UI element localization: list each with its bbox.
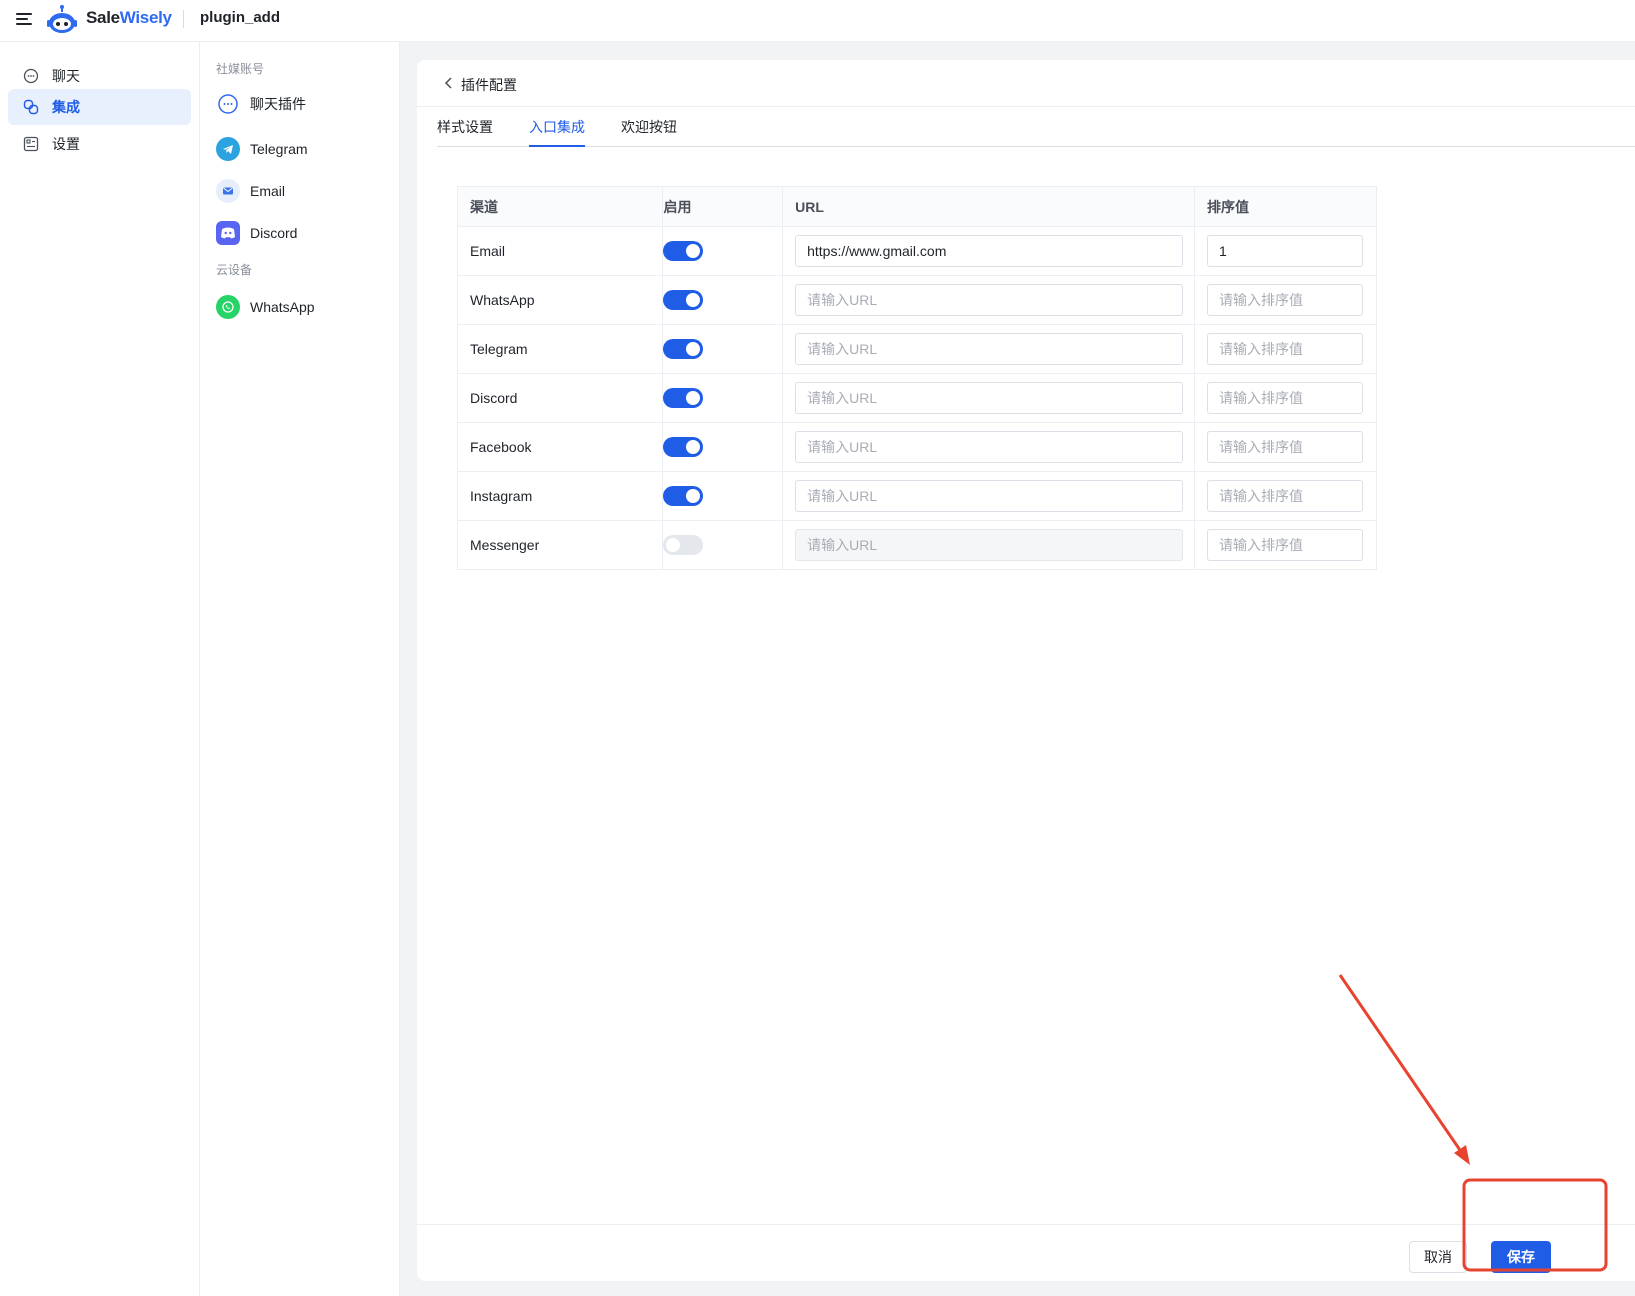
group-label-social: 社媒账号 [216,62,265,76]
url-input[interactable] [795,480,1184,512]
primary-sidebar: 聊天 集成 设置 [0,42,200,1296]
url-input[interactable] [795,333,1184,365]
column-header-url: URL [782,186,1196,227]
channel-table: 渠道 启用 URL 排序值 Email WhatsApp Telegram [456,186,1377,570]
table-row: Messenger [456,520,1377,570]
enable-toggle[interactable] [663,535,704,555]
robot-logo-icon [47,5,77,33]
header-divider [183,10,184,28]
sort-input[interactable] [1207,333,1364,365]
sort-input[interactable] [1207,529,1364,561]
column-header-enabled: 启用 [662,186,784,227]
nav-item-label: 聊天 [52,68,80,84]
plugin-config-card: 插件配置 样式设置 入口集成 欢迎按钮 渠道 启用 URL 排序值 Email … [417,60,1635,1281]
channel-name: Facebook [456,422,664,472]
url-input[interactable] [795,382,1184,414]
sort-input[interactable] [1207,382,1364,414]
settings-icon [22,135,40,153]
card-footer: 取消 保存 [417,1224,1635,1281]
sub-item-discord[interactable]: Discord [216,215,297,251]
brand-name: SaleWisely [86,8,172,27]
column-header-channel: 渠道 [456,186,664,227]
url-input[interactable] [795,235,1184,267]
sort-input[interactable] [1207,431,1364,463]
table-row: Instagram [456,471,1377,521]
discord-icon [216,221,240,245]
url-input[interactable] [795,431,1184,463]
channel-name: WhatsApp [456,275,664,325]
table-row: WhatsApp [456,275,1377,325]
tab-entry-integration[interactable]: 入口集成 [529,107,585,147]
enable-toggle[interactable] [663,290,704,310]
integration-icon [22,98,40,116]
table-row: Facebook [456,422,1377,472]
sub-item-chat-plugin[interactable]: 聊天插件 [216,86,306,122]
table-row: Telegram [456,324,1377,374]
sub-item-label: Discord [250,225,298,241]
sub-item-label: Telegram [250,141,308,157]
email-icon [216,179,240,203]
config-tabs: 样式设置 入口集成 欢迎按钮 [437,107,1635,147]
whatsapp-icon [216,295,240,319]
channel-name: Telegram [456,324,664,374]
nav-item-label: 集成 [52,99,80,115]
nav-item-settings[interactable]: 设置 [8,126,191,162]
sub-item-email[interactable]: Email [216,173,285,209]
card-title: 插件配置 [461,77,517,93]
sort-input[interactable] [1207,284,1364,316]
url-input [795,529,1184,561]
url-input[interactable] [795,284,1184,316]
integration-sidebar: 社媒账号 聊天插件 Telegram Email Discord 云设备 Wha… [200,42,400,1296]
table-row: Discord [456,373,1377,423]
channel-name: Instagram [456,471,664,521]
chat-bubble-icon [22,67,40,85]
table-row: Email [456,226,1377,276]
enable-toggle[interactable] [663,339,704,359]
hamburger-menu-icon[interactable] [16,11,32,27]
cancel-button[interactable]: 取消 [1409,1241,1467,1273]
sort-input[interactable] [1207,480,1364,512]
enable-toggle[interactable] [663,241,704,261]
channel-name: Messenger [456,520,664,570]
channel-name: Discord [456,373,664,423]
sub-item-telegram[interactable]: Telegram [216,131,308,167]
channel-name: Email [456,226,664,276]
group-label-cloud-device: 云设备 [216,263,253,277]
tab-style-settings[interactable]: 样式设置 [437,107,493,147]
chat-plugin-icon [216,92,240,116]
sort-input[interactable] [1207,235,1364,267]
chevron-left-icon[interactable] [441,75,457,91]
enable-toggle[interactable] [663,486,704,506]
nav-item-integration[interactable]: 集成 [8,89,191,125]
sub-item-label: WhatsApp [250,299,315,315]
enable-toggle[interactable] [663,437,704,457]
sub-item-label: 聊天插件 [250,96,306,112]
sub-item-label: Email [250,183,286,199]
column-header-sort: 排序值 [1194,186,1377,227]
sub-item-whatsapp[interactable]: WhatsApp [216,289,315,325]
nav-item-label: 设置 [52,136,80,152]
top-bar: SaleWisely plugin_add [0,0,1635,42]
card-header: 插件配置 [417,60,1635,107]
page-name: plugin_add [200,9,280,26]
table-header-row: 渠道 启用 URL 排序值 [456,186,1377,227]
tab-welcome-button[interactable]: 欢迎按钮 [621,107,677,147]
telegram-icon [216,137,240,161]
save-button[interactable]: 保存 [1491,1241,1551,1273]
enable-toggle[interactable] [663,388,704,408]
